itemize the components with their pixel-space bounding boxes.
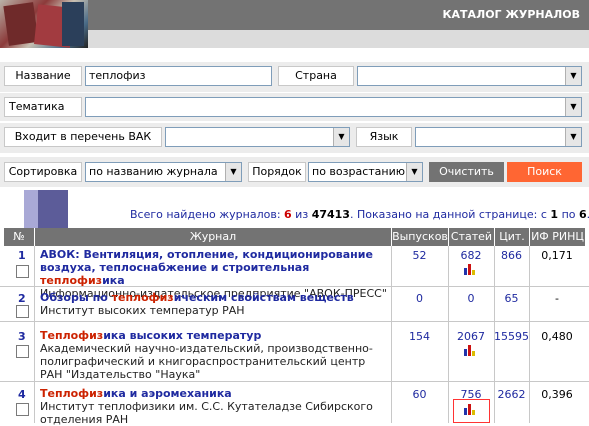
row-number: 3 bbox=[18, 330, 26, 343]
publisher: Академический научно-издательский, произ… bbox=[40, 342, 373, 381]
order-label: Порядок bbox=[248, 162, 306, 182]
grid-line bbox=[34, 246, 35, 423]
row-checkbox[interactable] bbox=[16, 265, 29, 278]
vak-label: Входит в перечень ВАК bbox=[4, 127, 162, 147]
title-highlight: теплофиз bbox=[40, 274, 103, 287]
grid-line bbox=[0, 321, 589, 322]
bar-chart-icon[interactable] bbox=[464, 263, 478, 275]
col-header-number: № bbox=[4, 228, 34, 246]
issues-count[interactable]: 52 bbox=[391, 249, 448, 262]
title-highlight: Теплофиз bbox=[40, 329, 104, 342]
language-label: Язык bbox=[356, 127, 412, 147]
total-count: 47413 bbox=[311, 208, 350, 221]
topic-select[interactable]: ▼ bbox=[85, 97, 582, 117]
sort-select[interactable]: по названию журнала ▼ bbox=[85, 162, 242, 182]
title-part: Обзоры по bbox=[40, 291, 112, 304]
impact-factor: 0,171 bbox=[541, 249, 573, 262]
chevron-down-icon[interactable]: ▼ bbox=[333, 128, 349, 146]
page-title: КАТАЛОГ ЖУРНАЛОВ bbox=[442, 8, 580, 21]
found-count: 6 bbox=[284, 208, 292, 221]
issues-count[interactable]: 60 bbox=[391, 388, 448, 401]
to-text: по bbox=[558, 208, 579, 221]
col-header-articles: Статей bbox=[448, 228, 494, 246]
col-header-citations: Цит. bbox=[494, 228, 529, 246]
sort-select-value: по названию журнала bbox=[89, 165, 218, 178]
journal-title[interactable]: АВОК: Вентиляция, отопление, кондиционир… bbox=[40, 248, 388, 287]
impact-factor: - bbox=[555, 292, 559, 305]
shown-prefix: . Показано на данной странице: с bbox=[349, 208, 551, 221]
title-part: ика и аэромеханика bbox=[103, 387, 232, 400]
title-highlight: теплофиз bbox=[111, 291, 174, 304]
table-row-3-journal: Теплофизика высоких температур Академиче… bbox=[40, 329, 388, 381]
grid-line bbox=[0, 381, 589, 382]
row-checkbox[interactable] bbox=[16, 305, 29, 318]
chevron-down-icon[interactable]: ▼ bbox=[565, 128, 581, 146]
found-prefix: Всего найдено журналов: bbox=[130, 208, 285, 221]
order-select[interactable]: по возрастанию ▼ bbox=[308, 162, 423, 182]
title-highlight: Теплофиз bbox=[40, 387, 104, 400]
vak-select[interactable]: ▼ bbox=[165, 127, 350, 147]
articles-count[interactable]: 682 bbox=[448, 249, 494, 262]
sort-label: Сортировка bbox=[4, 162, 82, 182]
title-part: ическим свойствам веществ bbox=[173, 291, 354, 304]
articles-count[interactable]: 2067 bbox=[448, 330, 494, 343]
title-part: ика высоких температур bbox=[103, 329, 262, 342]
citations-count[interactable]: 2662 bbox=[494, 388, 529, 401]
table-row-4-journal: Теплофизика и аэромеханика Институт тепл… bbox=[40, 387, 388, 426]
publisher: Институт высоких температур РАН bbox=[40, 304, 245, 317]
bar-chart-icon[interactable] bbox=[464, 403, 478, 415]
title-part: АВОК: Вентиляция, отопление, кондиционир… bbox=[40, 248, 373, 274]
language-select[interactable]: ▼ bbox=[415, 127, 582, 147]
chevron-down-icon[interactable]: ▼ bbox=[565, 67, 581, 85]
search-button[interactable]: Поиск bbox=[507, 162, 582, 182]
decor-stripe bbox=[24, 190, 38, 228]
chevron-down-icon[interactable]: ▼ bbox=[406, 163, 422, 181]
journal-title[interactable]: Обзоры по теплофизическим свойствам веще… bbox=[40, 291, 388, 304]
title-part: ика bbox=[102, 274, 125, 287]
issues-count[interactable]: 0 bbox=[391, 292, 448, 305]
header-strip bbox=[88, 30, 589, 48]
row-number: 1 bbox=[18, 249, 26, 262]
order-select-value: по возрастанию bbox=[312, 165, 406, 178]
results-summary: Всего найдено журналов: 6 из 47413. Пока… bbox=[130, 208, 589, 221]
name-label: Название bbox=[4, 66, 82, 86]
journal-title[interactable]: Теплофизика и аэромеханика bbox=[40, 387, 388, 400]
impact-factor: 0,480 bbox=[541, 330, 573, 343]
country-select[interactable]: ▼ bbox=[357, 66, 582, 86]
row-checkbox[interactable] bbox=[16, 345, 29, 358]
citations-count[interactable]: 866 bbox=[494, 249, 529, 262]
row-number: 2 bbox=[18, 292, 26, 305]
decor-stripe bbox=[38, 190, 68, 228]
publisher: Институт теплофизики им. С.С. Кутателадз… bbox=[40, 400, 373, 426]
table-row-2-journal: Обзоры по теплофизическим свойствам веще… bbox=[40, 291, 388, 317]
shown-from: 1 bbox=[550, 208, 559, 221]
clear-button[interactable]: Очистить bbox=[429, 162, 504, 182]
shown-to: 6 bbox=[579, 208, 587, 221]
row-checkbox[interactable] bbox=[16, 403, 29, 416]
impact-factor: 0,396 bbox=[541, 388, 573, 401]
header: КАТАЛОГ ЖУРНАЛОВ bbox=[0, 0, 589, 48]
col-header-journal: Журнал bbox=[34, 228, 391, 246]
col-header-impact: ИФ РИНЦ bbox=[529, 228, 585, 246]
name-input[interactable]: теплофиз bbox=[85, 66, 272, 86]
issues-count[interactable]: 154 bbox=[391, 330, 448, 343]
country-label: Страна bbox=[278, 66, 354, 86]
journal-title[interactable]: Теплофизика высоких температур bbox=[40, 329, 388, 342]
chevron-down-icon[interactable]: ▼ bbox=[565, 98, 581, 116]
col-header-issues: Выпусков bbox=[391, 228, 448, 246]
citations-count[interactable]: 65 bbox=[494, 292, 529, 305]
row-number: 4 bbox=[18, 388, 26, 401]
of-text: из bbox=[291, 208, 312, 221]
chevron-down-icon[interactable]: ▼ bbox=[225, 163, 241, 181]
topic-label: Тематика bbox=[4, 97, 82, 117]
journals-logo bbox=[0, 0, 88, 48]
bar-chart-icon[interactable] bbox=[464, 344, 478, 356]
citations-count[interactable]: 15595 bbox=[494, 330, 529, 343]
articles-count[interactable]: 0 bbox=[448, 292, 494, 305]
